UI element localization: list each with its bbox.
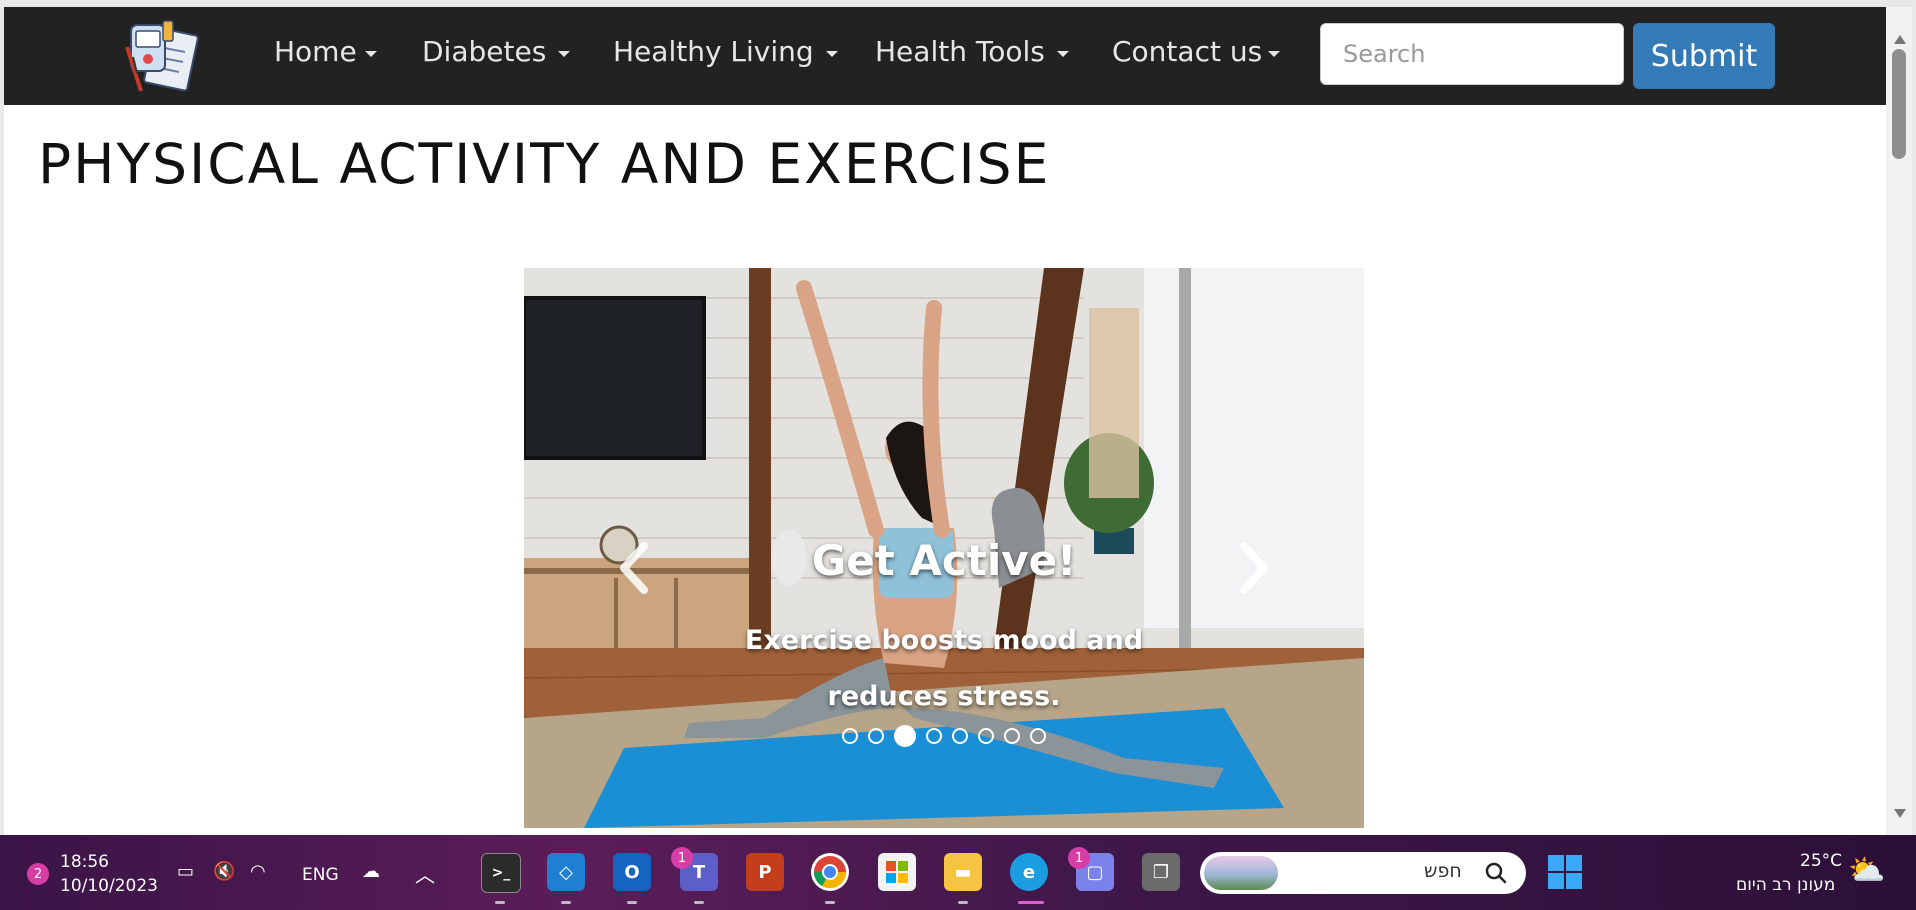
chat-badge: 1	[1068, 847, 1090, 869]
edge-icon[interactable]: e	[1010, 853, 1048, 891]
nav-diabetes[interactable]: Diabetes	[422, 35, 571, 68]
battery-icon[interactable]: ▭	[177, 861, 194, 882]
scroll-up-icon[interactable]	[1894, 35, 1906, 44]
weather-description[interactable]: מעונן רב היום	[1736, 875, 1835, 895]
active-indicator	[1018, 901, 1044, 904]
nav-health-tools[interactable]: Health Tools	[875, 35, 1069, 68]
weather-temperature[interactable]: 25°C	[1800, 851, 1842, 871]
carousel-indicator-dot[interactable]	[926, 728, 942, 744]
caret-down-icon	[1268, 50, 1281, 57]
running-indicator	[694, 901, 704, 904]
wifi-icon[interactable]: ◠	[250, 861, 266, 882]
language-indicator[interactable]: ENG	[302, 865, 339, 885]
mute-speaker-icon[interactable]: 🔇	[213, 861, 235, 882]
show-hidden-icons-icon[interactable]: ︿	[415, 859, 435, 888]
onedrive-warning-icon[interactable]: ☁	[362, 861, 380, 882]
taskbar-search-placeholder: חפש	[1424, 860, 1462, 882]
clock-time[interactable]: 18:56	[60, 852, 109, 872]
nav-home[interactable]: Home	[274, 35, 377, 68]
search-icon	[1485, 862, 1507, 884]
notification-badge[interactable]: 2	[27, 863, 49, 885]
carousel-caption-text: Exercise boosts mood and reduces stress.	[744, 625, 1144, 712]
clock-date[interactable]: 10/10/2023	[60, 876, 158, 896]
carousel-indicator-dot[interactable]	[1030, 728, 1046, 744]
carousel-indicator-dot[interactable]	[842, 728, 858, 744]
outlook-icon[interactable]: O	[613, 853, 651, 891]
running-indicator	[561, 901, 571, 904]
running-indicator	[495, 901, 505, 904]
nav-health-tools-label: Health Tools	[875, 35, 1045, 68]
nav-home-label: Home	[274, 35, 357, 68]
diabetes-logo-icon[interactable]	[119, 17, 204, 97]
carousel-caption-title: Get Active!	[811, 536, 1077, 585]
scroll-thumb[interactable]	[1892, 49, 1906, 159]
chrome-icon[interactable]	[811, 853, 849, 891]
top-navbar: Home Diabetes Healthy Living Health Tool…	[4, 7, 1886, 105]
carousel-indicator-dot[interactable]	[868, 728, 884, 744]
page-title: PHYSICAL ACTIVITY AND EXERCISE	[38, 132, 1051, 196]
running-indicator	[825, 901, 835, 904]
nav-diabetes-label: Diabetes	[422, 35, 547, 68]
file-explorer-icon[interactable]: ▬	[944, 853, 982, 891]
partly-cloudy-icon[interactable]: ⛅	[1848, 853, 1885, 888]
caret-down-icon	[825, 50, 838, 57]
image-carousel[interactable]: Get Active! Exercise boosts mood and red…	[524, 268, 1364, 828]
page-scrollbar[interactable]	[1886, 7, 1912, 835]
browser-viewport: Home Diabetes Healthy Living Health Tool…	[4, 7, 1912, 835]
microsoft-store-icon[interactable]	[878, 853, 916, 891]
task-view-icon[interactable]: ❐	[1142, 853, 1180, 891]
nav-healthy-living[interactable]: Healthy Living	[613, 35, 838, 68]
nav-contact-us[interactable]: Contact us	[1112, 35, 1281, 68]
windows-start-icon[interactable]	[1546, 853, 1584, 891]
terminal-icon[interactable]: >_	[481, 853, 521, 893]
carousel-indicators	[524, 725, 1364, 747]
windows-taskbar: 2 18:56 10/10/2023 ▭ 🔇 ◠ ENG ☁ ︿ >_ ◇ O …	[0, 835, 1916, 910]
caret-down-icon	[364, 50, 377, 57]
carousel-indicator-dot[interactable]	[894, 725, 916, 747]
search-highlight-image	[1204, 856, 1278, 890]
carousel-indicator-dot[interactable]	[978, 728, 994, 744]
teams-badge: 1	[671, 847, 693, 869]
running-indicator	[958, 901, 968, 904]
search-input[interactable]	[1320, 23, 1624, 85]
running-indicator	[627, 901, 637, 904]
nav-contact-us-label: Contact us	[1112, 35, 1263, 68]
vscode-icon[interactable]: ◇	[547, 853, 585, 891]
caret-down-icon	[558, 50, 571, 57]
carousel-indicator-dot[interactable]	[952, 728, 968, 744]
nav-healthy-living-label: Healthy Living	[613, 35, 814, 68]
carousel-indicator-dot[interactable]	[1004, 728, 1020, 744]
submit-button[interactable]: Submit	[1633, 23, 1775, 89]
caret-down-icon	[1056, 50, 1069, 57]
taskbar-search[interactable]: חפש	[1200, 852, 1526, 894]
powerpoint-icon[interactable]: P	[746, 853, 784, 891]
scroll-down-icon[interactable]	[1894, 809, 1906, 818]
